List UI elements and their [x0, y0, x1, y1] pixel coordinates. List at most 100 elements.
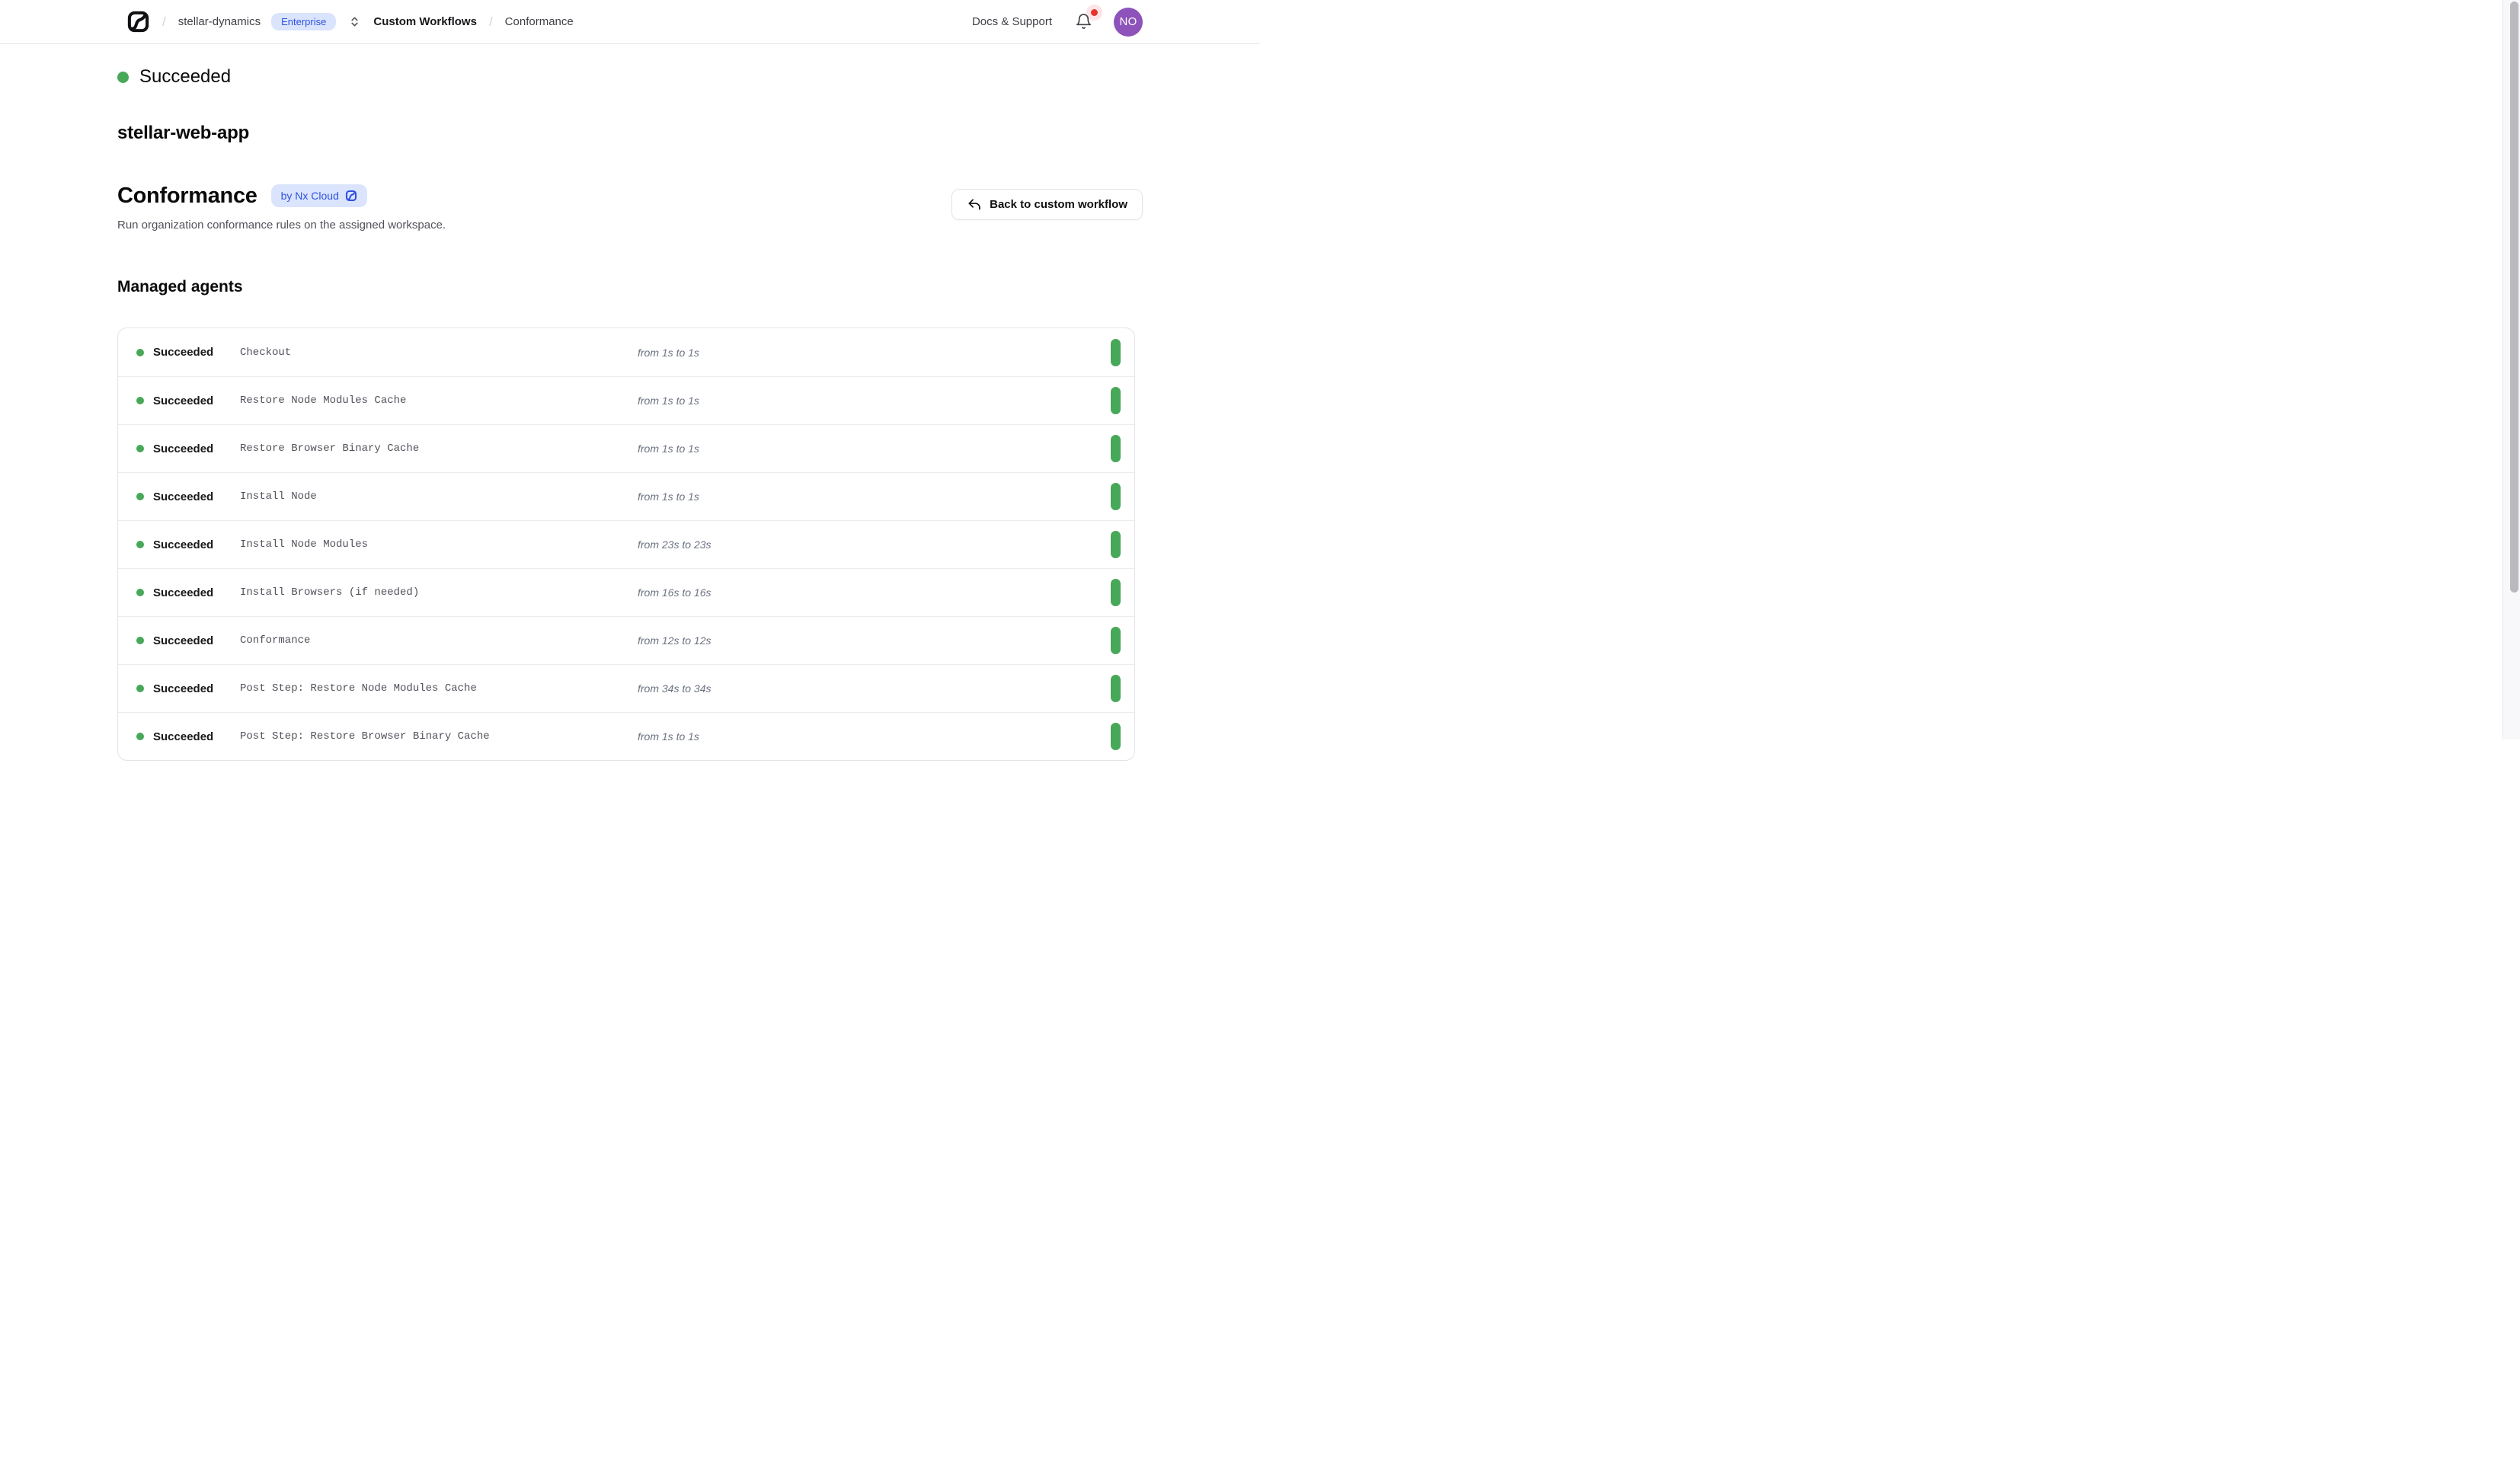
- agent-step-row[interactable]: Succeeded Install Node Modules from 23s …: [118, 520, 1134, 568]
- step-status-dot: [136, 397, 144, 404]
- step-name: Post Step: Restore Node Modules Cache: [240, 682, 638, 695]
- run-status-label: Succeeded: [139, 66, 231, 88]
- step-status-dot: [136, 445, 144, 452]
- step-status-dot: [136, 637, 144, 644]
- step-duration: from 1s to 1s: [638, 442, 1111, 455]
- step-name: Install Node: [240, 490, 638, 503]
- agent-step-row[interactable]: Succeeded Install Browsers (if needed) f…: [118, 568, 1134, 616]
- run-status-dot: [117, 72, 129, 83]
- chevron-up-down-icon: [348, 15, 361, 28]
- workflow-heading-block: Conformance by Nx Cloud Run organization…: [117, 183, 446, 233]
- scrollbar-thumb[interactable]: [2510, 2, 2518, 593]
- step-name: Restore Node Modules Cache: [240, 395, 638, 407]
- managed-agents-title: Managed agents: [117, 277, 1143, 297]
- docs-support-link[interactable]: Docs & Support: [972, 15, 1052, 28]
- back-to-custom-workflow-button[interactable]: Back to custom workflow: [951, 189, 1143, 220]
- breadcrumb-section[interactable]: Custom Workflows: [373, 15, 477, 28]
- nx-cloud-logo[interactable]: [126, 10, 150, 34]
- by-nx-cloud-badge[interactable]: by Nx Cloud: [271, 184, 367, 207]
- step-duration-bar: [1111, 339, 1121, 366]
- step-status-label: Succeeded: [153, 730, 213, 743]
- step-status-label: Succeeded: [153, 442, 213, 455]
- scrollbar-track[interactable]: [2502, 0, 2520, 740]
- step-duration-bar: [1111, 387, 1121, 414]
- agent-step-row[interactable]: Succeeded Checkout from 1s to 1s: [118, 328, 1134, 376]
- run-status-row: Succeeded: [117, 65, 1143, 88]
- step-status-label: Succeeded: [153, 490, 213, 503]
- notification-dot: [1091, 9, 1098, 16]
- step-duration-bar: [1111, 723, 1121, 750]
- by-nx-cloud-label: by Nx Cloud: [281, 190, 339, 201]
- breadcrumb-separator: /: [488, 14, 494, 30]
- step-status-cell: Succeeded: [136, 346, 240, 359]
- agent-step-row[interactable]: Succeeded Restore Node Modules Cache fro…: [118, 376, 1134, 424]
- workflow-title-row: Conformance by Nx Cloud: [117, 183, 446, 209]
- step-duration-bar: [1111, 435, 1121, 462]
- step-duration-bar: [1111, 483, 1121, 510]
- agents-table: Succeeded Checkout from 1s to 1s Succeed…: [117, 327, 1135, 761]
- step-name: Post Step: Restore Browser Binary Cache: [240, 730, 638, 743]
- back-arrow-icon: [967, 197, 981, 212]
- step-duration: from 12s to 12s: [638, 634, 1111, 647]
- step-status-cell: Succeeded: [136, 538, 240, 551]
- agent-step-row[interactable]: Succeeded Conformance from 12s to 12s: [118, 616, 1134, 664]
- agent-step-row[interactable]: Succeeded Post Step: Restore Browser Bin…: [118, 712, 1134, 760]
- step-duration: from 34s to 34s: [638, 682, 1111, 695]
- workspace-name: stellar-web-app: [117, 122, 1143, 145]
- step-status-label: Succeeded: [153, 346, 213, 359]
- step-status-cell: Succeeded: [136, 730, 240, 743]
- step-duration-bar: [1111, 531, 1121, 558]
- step-status-dot: [136, 349, 144, 356]
- breadcrumb-separator: /: [161, 14, 168, 30]
- org-switcher-button[interactable]: [347, 14, 363, 30]
- step-status-label: Succeeded: [153, 395, 213, 407]
- step-name: Checkout: [240, 347, 638, 359]
- main-content: Succeeded stellar-web-app Conformance by…: [117, 44, 1143, 761]
- agent-step-row[interactable]: Succeeded Restore Browser Binary Cache f…: [118, 424, 1134, 472]
- notifications-button[interactable]: [1072, 10, 1095, 34]
- nx-logo-small-icon: [345, 190, 357, 202]
- step-name: Restore Browser Binary Cache: [240, 442, 638, 455]
- nx-cloud-logo-icon: [126, 10, 150, 34]
- step-status-dot: [136, 541, 144, 548]
- step-duration: from 1s to 1s: [638, 490, 1111, 503]
- step-status-label: Succeeded: [153, 682, 213, 695]
- step-status-cell: Succeeded: [136, 490, 240, 503]
- step-status-dot: [136, 685, 144, 692]
- step-name: Install Node Modules: [240, 538, 638, 551]
- step-status-dot: [136, 493, 144, 500]
- step-duration-bar: [1111, 579, 1121, 606]
- breadcrumb-page: Conformance: [505, 15, 574, 28]
- org-plan-badge: Enterprise: [271, 13, 336, 30]
- step-duration-bar: [1111, 675, 1121, 702]
- top-nav-inner: / stellar-dynamics Enterprise Custom Wor…: [117, 0, 1143, 43]
- user-avatar[interactable]: NO: [1114, 8, 1143, 37]
- top-nav: / stellar-dynamics Enterprise Custom Wor…: [0, 0, 1260, 44]
- step-duration: from 1s to 1s: [638, 730, 1111, 743]
- step-name: Install Browsers (if needed): [240, 586, 638, 599]
- step-duration: from 1s to 1s: [638, 347, 1111, 359]
- step-status-dot: [136, 733, 144, 740]
- step-duration-bar: [1111, 627, 1121, 654]
- step-name: Conformance: [240, 634, 638, 647]
- step-duration: from 1s to 1s: [638, 395, 1111, 407]
- step-status-label: Succeeded: [153, 586, 213, 599]
- step-status-dot: [136, 589, 144, 596]
- breadcrumb-org[interactable]: stellar-dynamics: [178, 15, 261, 28]
- step-status-cell: Succeeded: [136, 634, 240, 647]
- step-duration: from 16s to 16s: [638, 586, 1111, 599]
- bell-icon: [1075, 13, 1092, 30]
- back-button-label: Back to custom workflow: [990, 198, 1127, 211]
- agent-step-row[interactable]: Succeeded Install Node from 1s to 1s: [118, 472, 1134, 520]
- workflow-description: Run organization conformance rules on th…: [117, 218, 446, 233]
- step-status-cell: Succeeded: [136, 442, 240, 455]
- agent-step-row[interactable]: Succeeded Post Step: Restore Node Module…: [118, 664, 1134, 712]
- workflow-section-header: Conformance by Nx Cloud Run organization…: [117, 183, 1143, 233]
- workflow-title: Conformance: [117, 183, 257, 209]
- step-status-cell: Succeeded: [136, 586, 240, 599]
- step-status-cell: Succeeded: [136, 395, 240, 407]
- step-status-label: Succeeded: [153, 538, 213, 551]
- step-status-cell: Succeeded: [136, 682, 240, 695]
- step-status-label: Succeeded: [153, 634, 213, 647]
- step-duration: from 23s to 23s: [638, 538, 1111, 551]
